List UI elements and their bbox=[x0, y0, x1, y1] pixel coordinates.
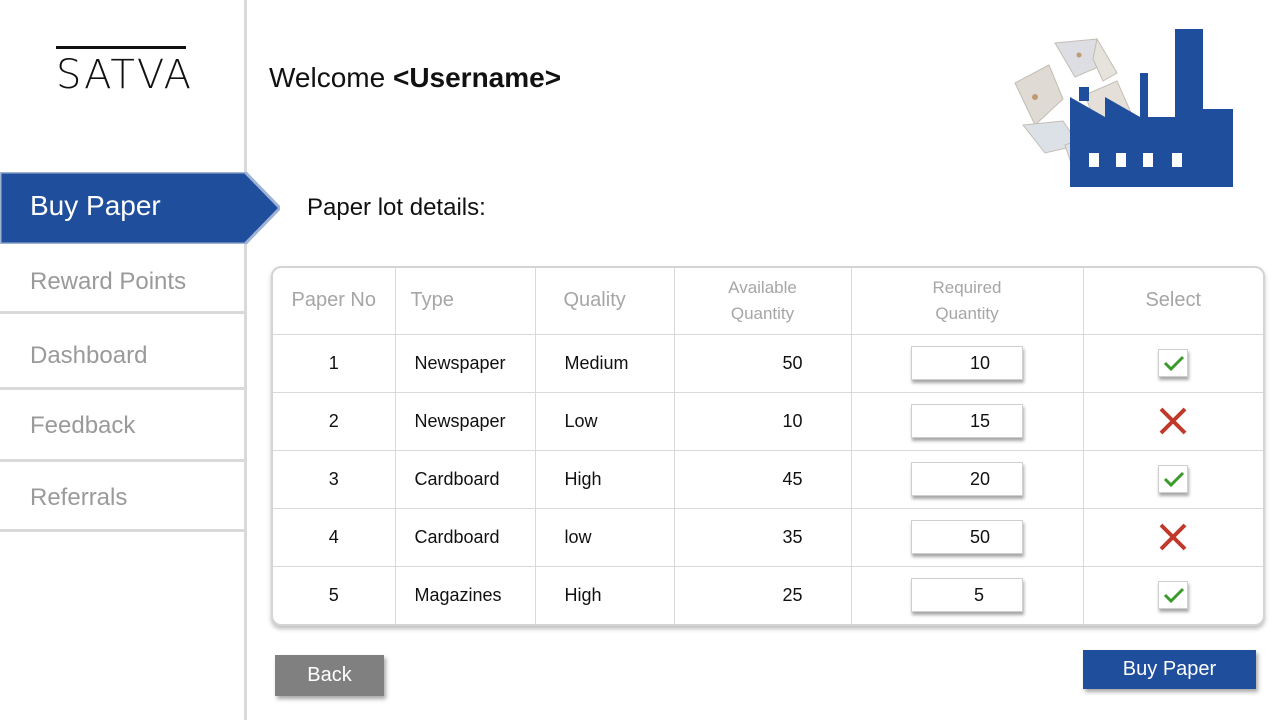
cell-select bbox=[1083, 450, 1263, 509]
logo-bar bbox=[56, 46, 186, 49]
table-row: 3 Cardboard High 45 20 bbox=[273, 450, 1263, 509]
cell-quality: High bbox=[535, 450, 675, 509]
buy-paper-button[interactable]: Buy Paper bbox=[1083, 650, 1256, 689]
cell-available-quantity: 10 bbox=[674, 392, 852, 451]
required-quantity-input[interactable]: 20 bbox=[911, 462, 1023, 496]
sidebar-item-feedback[interactable]: Feedback bbox=[0, 390, 244, 462]
cross-icon[interactable] bbox=[1157, 405, 1189, 437]
col-header-paper-no: Paper No bbox=[273, 268, 396, 335]
sidebar-item-label: Reward Points bbox=[30, 268, 187, 295]
cell-type: Newspaper bbox=[395, 334, 536, 393]
table-row: 4 Cardboard low 35 50 bbox=[273, 508, 1263, 567]
sidebar: SATVA Reward Points Dashboard Feedback R… bbox=[0, 0, 247, 720]
checkmark-icon bbox=[1164, 588, 1185, 604]
cell-available-quantity: 25 bbox=[674, 566, 852, 624]
checkmark-icon bbox=[1164, 355, 1185, 372]
required-quantity-input[interactable]: 10 bbox=[911, 346, 1023, 380]
cell-paper-no: 5 bbox=[273, 566, 396, 624]
cell-available-quantity: 50 bbox=[674, 334, 852, 393]
col-header-available-quantity: Available Quantity bbox=[674, 268, 852, 335]
section-title: Paper lot details: bbox=[307, 194, 486, 221]
cell-quality: High bbox=[535, 566, 675, 624]
cell-type: Magazines bbox=[395, 566, 536, 624]
required-quantity-input[interactable]: 50 bbox=[911, 520, 1023, 554]
table-row: 5 Magazines High 25 5 bbox=[273, 566, 1263, 624]
select-checkbox[interactable] bbox=[1158, 465, 1189, 493]
sidebar-item-label: Referrals bbox=[30, 484, 128, 511]
cell-required-quantity: 10 bbox=[851, 334, 1084, 393]
col-header-line: Available bbox=[728, 277, 797, 297]
sidebar-item-buy-paper[interactable]: Buy Paper bbox=[0, 172, 280, 244]
required-quantity-input[interactable]: 15 bbox=[911, 404, 1023, 438]
cell-quality: Medium bbox=[535, 334, 675, 393]
cell-quality: low bbox=[535, 508, 675, 567]
col-header-line: Quantity bbox=[730, 303, 795, 323]
sidebar-item-label: Buy Paper bbox=[30, 190, 161, 221]
col-header-line: Required bbox=[932, 277, 1002, 297]
cell-quality: Low bbox=[535, 392, 675, 451]
paper-lot-table: Paper No Type Quality Available Quantity… bbox=[271, 266, 1265, 626]
cell-select bbox=[1083, 334, 1263, 393]
cell-type: Cardboard bbox=[395, 450, 536, 509]
cell-select bbox=[1083, 508, 1263, 567]
col-header-type: Type bbox=[395, 268, 536, 335]
cell-select bbox=[1083, 566, 1263, 624]
cell-required-quantity: 50 bbox=[851, 508, 1084, 567]
col-header-line: Quantity bbox=[935, 303, 999, 323]
sidebar-item-referrals[interactable]: Referrals bbox=[0, 462, 244, 532]
cell-paper-no: 2 bbox=[273, 392, 396, 451]
select-checkbox[interactable] bbox=[1158, 581, 1189, 610]
cell-available-quantity: 45 bbox=[674, 450, 852, 509]
cell-paper-no: 3 bbox=[273, 450, 396, 509]
cell-type: Cardboard bbox=[395, 508, 536, 567]
cell-required-quantity: 20 bbox=[851, 450, 1084, 509]
table-header-row: Paper No Type Quality Available Quantity… bbox=[273, 268, 1263, 335]
sidebar-item-dashboard[interactable]: Dashboard bbox=[0, 314, 244, 390]
sidebar-item-label: Feedback bbox=[30, 412, 136, 439]
col-header-quality: Quality bbox=[535, 268, 675, 335]
recycling-factory-icon bbox=[1014, 29, 1233, 187]
table-row: 1 Newspaper Medium 50 10 bbox=[273, 334, 1263, 393]
cell-paper-no: 4 bbox=[273, 508, 396, 567]
cell-type: Newspaper bbox=[395, 392, 536, 451]
cell-select bbox=[1083, 392, 1263, 451]
welcome-prefix: Welcome bbox=[269, 62, 393, 93]
back-button[interactable]: Back bbox=[275, 655, 384, 696]
col-header-required-quantity: Required Quantity bbox=[851, 268, 1084, 335]
cross-icon[interactable] bbox=[1157, 521, 1189, 553]
col-header-select: Select bbox=[1083, 268, 1263, 335]
username: <Username> bbox=[392, 62, 562, 93]
logo-text: SATVA bbox=[56, 52, 193, 98]
select-checkbox[interactable] bbox=[1158, 349, 1189, 377]
required-quantity-input[interactable]: 5 bbox=[911, 578, 1023, 613]
logo: SATVA bbox=[56, 46, 191, 98]
sidebar-item-label: Dashboard bbox=[30, 342, 148, 369]
sidebar-item-reward-points[interactable]: Reward Points bbox=[0, 244, 244, 314]
cell-available-quantity: 35 bbox=[674, 508, 852, 567]
checkmark-icon bbox=[1164, 471, 1185, 488]
welcome-message: Welcome <Username> bbox=[269, 62, 561, 94]
table-row: 2 Newspaper Low 10 15 bbox=[273, 392, 1263, 451]
cell-required-quantity: 15 bbox=[851, 392, 1084, 451]
cell-required-quantity: 5 bbox=[851, 566, 1084, 624]
cell-paper-no: 1 bbox=[273, 334, 396, 393]
